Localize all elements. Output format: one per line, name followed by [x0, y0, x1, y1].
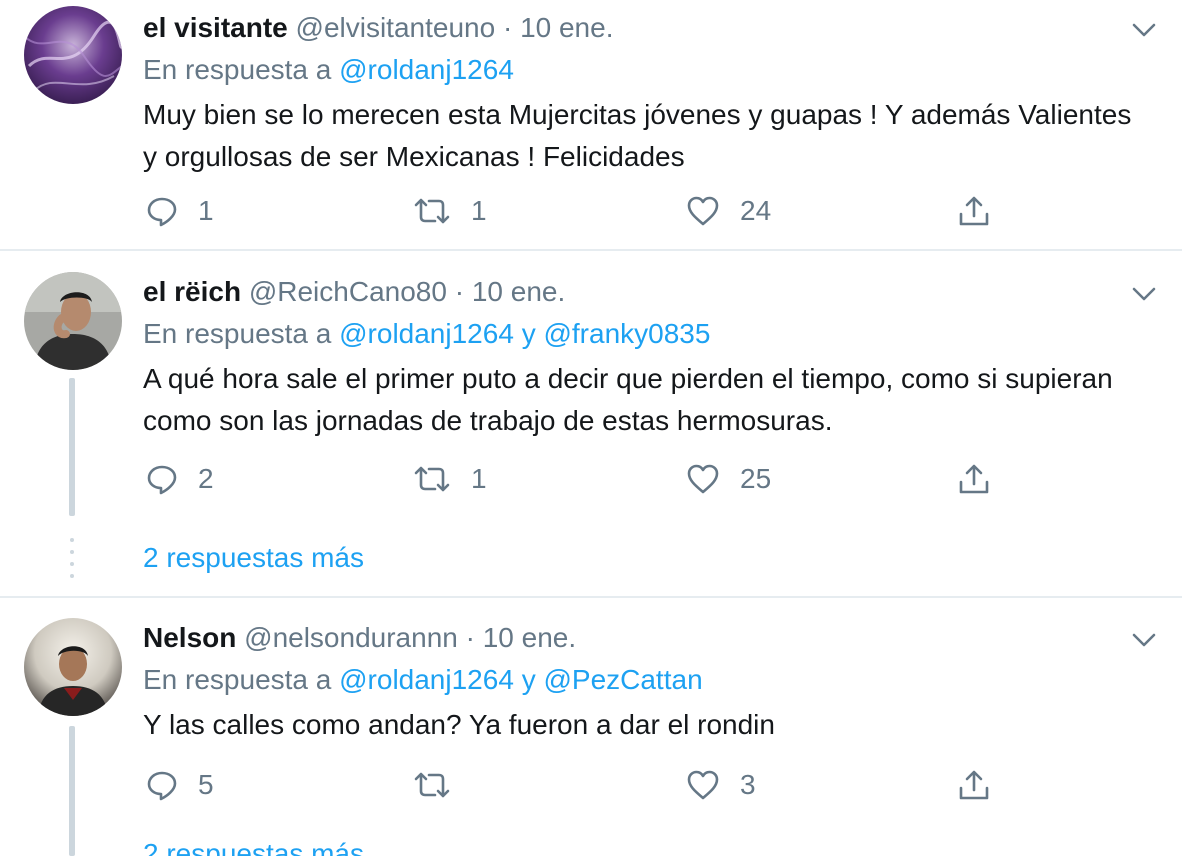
separator-dot: · [454, 276, 465, 307]
tweet-header: Nelson @nelsondurannn · 10 ene. [143, 618, 576, 658]
share-icon [957, 462, 991, 496]
tweet-header: el rëich @ReichCano80 · 10 ene. [143, 272, 565, 312]
thread-dots [70, 538, 74, 586]
tweet[interactable]: el visitante @elvisitanteuno · 10 ene. E… [0, 0, 1182, 250]
tweet-date[interactable]: 10 ene. [483, 622, 576, 653]
reply-prefix: En respuesta a [143, 318, 332, 349]
like-count: 25 [740, 463, 772, 494]
retweet-icon [413, 195, 451, 227]
mention-link[interactable]: @roldanj1264 [339, 54, 514, 85]
reply-context: En respuesta a @roldanj1264 y @PezCattan [143, 662, 703, 698]
reply-feed: el visitante @elvisitanteuno · 10 ene. E… [0, 0, 1182, 856]
display-name[interactable]: el visitante [143, 12, 288, 43]
share-icon [957, 194, 991, 228]
share-button[interactable] [957, 760, 991, 810]
separator-dot: · [465, 622, 475, 653]
like-button[interactable]: 3 [686, 760, 756, 810]
user-handle[interactable]: @nelsondurannn [244, 622, 458, 653]
like-button[interactable]: 24 [686, 186, 771, 236]
reply-button[interactable]: 2 [146, 454, 214, 504]
avatar[interactable] [24, 618, 122, 716]
tweet-divider [0, 596, 1182, 598]
tweet[interactable]: Nelson @nelsondurannn · 10 ene. En respu… [0, 610, 1182, 856]
retweet-button[interactable]: 1 [413, 186, 487, 236]
tweet-actions: 1 1 24 [0, 186, 1182, 236]
tweet-actions: 2 1 25 [0, 454, 1182, 504]
tweet-date[interactable]: 10 ene. [472, 276, 565, 307]
tweet[interactable]: el rëich @ReichCano80 · 10 ene. En respu… [0, 264, 1182, 594]
heart-icon [686, 769, 720, 801]
retweet-button[interactable] [413, 760, 471, 810]
reply-icon [146, 463, 178, 495]
like-count: 24 [740, 195, 772, 226]
share-button[interactable] [957, 454, 991, 504]
share-button[interactable] [957, 186, 991, 236]
display-name[interactable]: Nelson [143, 622, 236, 653]
tweet-divider [0, 249, 1182, 251]
tweet-header: el visitante @elvisitanteuno · 10 ene. [143, 8, 613, 48]
reply-count: 2 [198, 463, 214, 494]
tweet-actions: 5 3 [0, 760, 1182, 810]
separator-dot: · [502, 12, 513, 43]
mention-link[interactable]: @roldanj1264 [339, 318, 514, 349]
mention-link[interactable]: @PezCattan [543, 664, 702, 695]
heart-icon [686, 195, 720, 227]
chevron-down-icon[interactable] [1130, 280, 1158, 308]
chevron-down-icon[interactable] [1130, 626, 1158, 654]
mention-link[interactable]: @roldanj1264 [339, 664, 514, 695]
tweet-text: Y las calles como andan? Ya fueron a dar… [143, 709, 775, 740]
heart-icon [686, 463, 720, 495]
reply-icon [146, 195, 178, 227]
reply-context: En respuesta a @roldanj1264 y @franky083… [143, 316, 710, 352]
like-count: 3 [740, 769, 756, 800]
chevron-down-icon[interactable] [1130, 16, 1158, 44]
share-icon [957, 768, 991, 802]
reply-icon [146, 769, 178, 801]
avatar[interactable] [24, 6, 122, 104]
mention-conjunction: y [521, 664, 536, 695]
reply-count: 1 [198, 195, 214, 226]
retweet-button[interactable]: 1 [413, 454, 487, 504]
reply-context: En respuesta a @roldanj1264 [143, 52, 514, 88]
mention-link[interactable]: @franky0835 [543, 318, 710, 349]
like-button[interactable]: 25 [686, 454, 771, 504]
retweet-icon [413, 463, 451, 495]
reply-button[interactable]: 5 [146, 760, 214, 810]
retweet-icon [413, 769, 451, 801]
reply-count: 5 [198, 769, 214, 800]
user-handle[interactable]: @elvisitanteuno [296, 12, 496, 43]
tweet-date[interactable]: 10 ene. [520, 12, 613, 43]
tweet-text: Muy bien se lo merecen esta Mujercitas j… [143, 99, 1132, 172]
retweet-count: 1 [471, 463, 487, 494]
tweet-text: A qué hora sale el primer puto a decir q… [143, 363, 1113, 436]
show-more-replies-link[interactable]: 2 respuestas más [143, 540, 364, 576]
avatar[interactable] [24, 272, 122, 370]
mention-conjunction: y [521, 318, 536, 349]
reply-prefix: En respuesta a [143, 664, 332, 695]
reply-prefix: En respuesta a [143, 54, 332, 85]
retweet-count: 1 [471, 195, 487, 226]
display-name[interactable]: el rëich [143, 276, 241, 307]
reply-button[interactable]: 1 [146, 186, 214, 236]
show-more-replies-link[interactable]: 2 respuestas más [143, 836, 364, 856]
user-handle[interactable]: @ReichCano80 [249, 276, 447, 307]
